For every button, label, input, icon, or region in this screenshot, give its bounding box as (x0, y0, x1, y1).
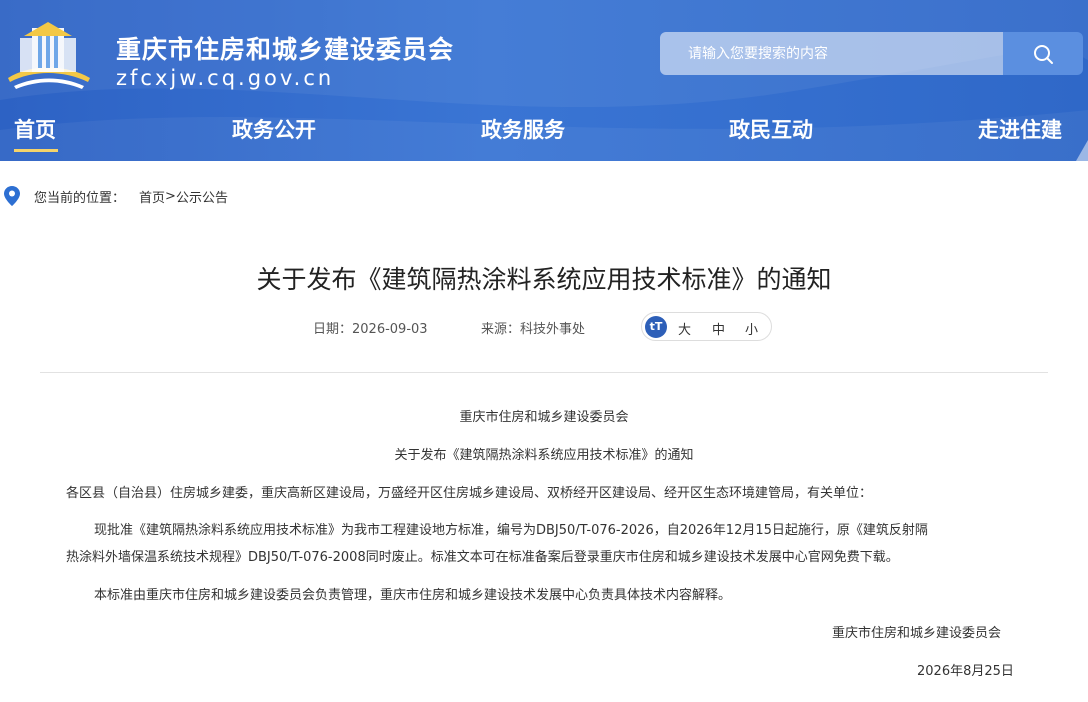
font-size-medium-button[interactable]: 中 (712, 319, 725, 338)
breadcrumb-label: 您当前的位置： (34, 190, 126, 206)
nav-item-gov-affairs-open[interactable]: 政务公开 (232, 114, 316, 144)
article-paragraph-1-line-2: 热涂料外墙保温系统技术规程》DBJ50/T-076-2008同时废止。标准文本可… (66, 550, 899, 565)
article-source: 来源：科技外事处 (481, 322, 586, 337)
site-logo-icon[interactable] (2, 20, 94, 92)
article-sign-date: 2026年8月25日 (917, 664, 1014, 679)
nav-item-interaction[interactable]: 政民互动 (729, 114, 813, 144)
article-signature: 重庆市住房和城乡建设委员会 (832, 626, 1002, 641)
content-divider (40, 372, 1048, 373)
article-title: 关于发布《建筑隔热涂料系统应用技术标准》的通知 (256, 265, 832, 294)
search-input[interactable] (660, 32, 1003, 75)
font-size-switcher: tT 大 中 小 (641, 312, 772, 341)
breadcrumb-separator: > (165, 188, 176, 204)
site-header: 重庆市住房和城乡建设委员会 zfcxjw.cq.gov.cn 首页 政务公开 政… (0, 0, 1088, 161)
nav-item-about[interactable]: 走进住建 (978, 114, 1062, 144)
font-size-small-button[interactable]: 小 (745, 319, 758, 338)
article-subject: 关于发布《建筑隔热涂料系统应用技术标准》的通知 (394, 448, 694, 463)
search-icon (1034, 44, 1053, 64)
article-issuer: 重庆市住房和城乡建设委员会 (459, 410, 629, 425)
breadcrumb-home-link[interactable]: 首页 (139, 187, 165, 206)
font-size-icon: tT (645, 315, 667, 338)
font-size-large-button[interactable]: 大 (678, 319, 691, 338)
article-paragraph-2: 本标准由重庆市住房和城乡建设委员会负责管理，重庆市住房和城乡建设技术发展中心负责… (94, 588, 732, 603)
breadcrumb-current-link[interactable]: 公示公告 (176, 187, 228, 206)
article-date: 日期：2026-09-03 (313, 322, 428, 337)
nav-item-home[interactable]: 首页 (14, 114, 56, 144)
location-pin-icon (4, 186, 20, 206)
site-title[interactable]: 重庆市住房和城乡建设委员会 (116, 30, 454, 66)
nav-active-indicator (14, 149, 58, 152)
search-button[interactable] (1003, 32, 1083, 75)
article-recipients: 各区县（自治县）住房城乡建委，重庆高新区建设局，万盛经开区住房城乡建设局、双桥经… (66, 486, 873, 501)
article-paragraph-1-line-1: 现批准《建筑隔热涂料系统应用技术标准》为我市工程建设地方标准，编号为DBJ50/… (94, 523, 928, 538)
site-domain: zfcxjw.cq.gov.cn (116, 66, 335, 90)
nav-item-gov-services[interactable]: 政务服务 (481, 114, 565, 144)
main-nav: 首页 政务公开 政务服务 政民互动 走进住建 (0, 110, 1088, 161)
breadcrumb: 您当前的位置： 首页 > 公示公告 (4, 186, 228, 206)
